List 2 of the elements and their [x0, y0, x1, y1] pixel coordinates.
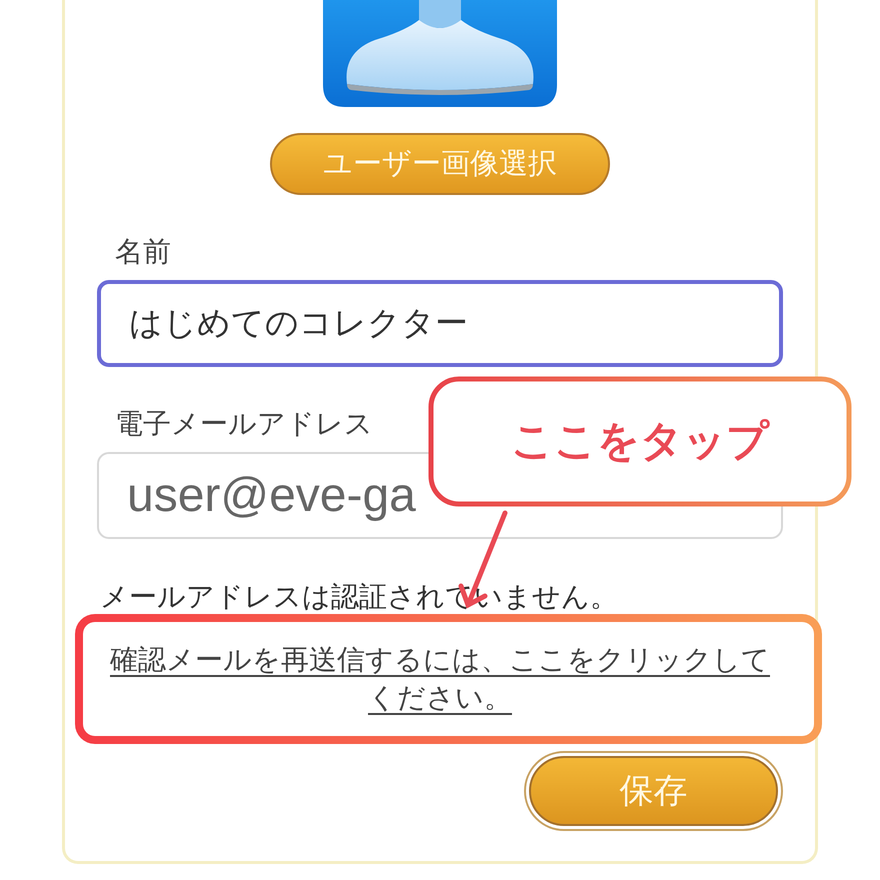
field-label: 電子メールアドレス [115, 407, 373, 441]
field-label: 名前 [115, 235, 171, 269]
